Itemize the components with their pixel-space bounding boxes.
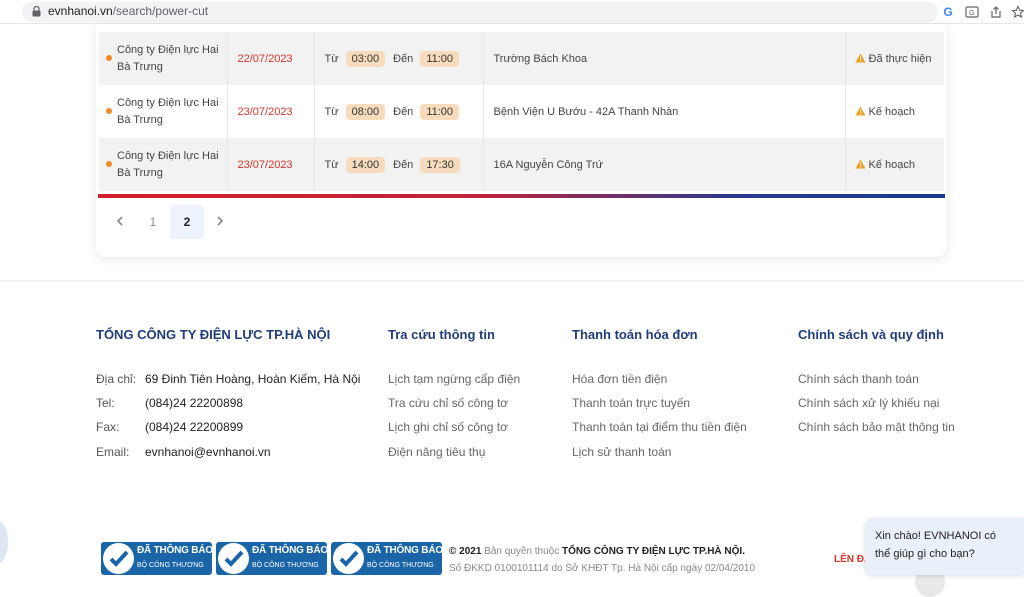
time-cell: Từ 03:00 Đến 11:00 [314, 32, 484, 85]
date-cell: 23/07/2023 [227, 85, 315, 138]
browser-toolbar: evnhanoi.vn/search/power-cut G G [0, 0, 1024, 24]
location-cell: 16A Nguyễn Công Trứ [483, 138, 846, 191]
start-time: 14:00 [345, 156, 386, 173]
end-time: 17:30 [420, 156, 460, 173]
link-privacy-policy[interactable]: Chính sách bảo mật thông tin [798, 420, 955, 434]
link-energy-consumption[interactable]: Điện năng tiêu thụ [388, 445, 485, 459]
moit-badge[interactable]: ĐÃ THÔNG BÁO BỘ CÔNG THƯƠNG [101, 542, 213, 575]
time-cell: Từ 14:00 Đến 17:30 [314, 138, 484, 191]
tel-value[interactable]: (084)24 22200898 [145, 396, 243, 410]
company-title: TỔNG CÔNG TY ĐIỆN LỰC TP.HÀ NỘI [96, 327, 331, 342]
end-time: 11:00 [420, 50, 460, 67]
footer-divider [0, 280, 1024, 281]
warning-icon [855, 106, 865, 115]
bullet-dot-icon [106, 55, 112, 61]
link-online-payment[interactable]: Thanh toán trực tuyến [572, 396, 690, 410]
billing-title: Thanh toán hóa đơn [572, 327, 698, 342]
unit-cell: Công ty Điện lực Hai Bà Trưng [99, 85, 228, 138]
bookmark-star-icon[interactable] [1011, 5, 1024, 19]
moit-badge[interactable]: ĐÃ THÔNG BÁO BỘ CÔNG THƯƠNG [216, 542, 328, 575]
checkmark-icon [218, 543, 249, 574]
policy-title: Chính sách và quy định [798, 327, 944, 342]
date-cell: 23/07/2023 [227, 138, 315, 191]
email-label: Email: [96, 445, 130, 459]
link-electricity-bill[interactable]: Hóa đơn tiền điện [572, 372, 667, 386]
status-cell: Kế hoạch [845, 85, 944, 138]
google-icon[interactable]: G [941, 5, 955, 19]
unit-cell: Công ty Điện lực Hai Bà Trưng [99, 138, 228, 191]
table-bottom-bar [98, 194, 945, 198]
chevron-right-icon [217, 216, 224, 226]
end-time: 11:00 [420, 103, 460, 120]
chat-greeting-bubble[interactable]: Xin chào! EVNHANOI có thể giúp gì cho bạ… [865, 518, 1024, 575]
link-payment-policy[interactable]: Chính sách thanh toán [798, 372, 919, 386]
page-2-button[interactable]: 2 [170, 205, 204, 239]
tel-label: Tel: [96, 396, 115, 410]
table-row: Công ty Điện lực Hai Bà Trưng 22/07/2023… [99, 32, 944, 85]
address-value: 69 Đinh Tiên Hoàng, Hoàn Kiếm, Hà Nội [145, 372, 361, 386]
bullet-dot-icon [106, 108, 112, 114]
chat-side-tab[interactable] [0, 520, 8, 564]
status-cell: Kế hoạch [845, 138, 944, 191]
unit-cell: Công ty Điện lực Hai Bà Trưng [99, 32, 228, 85]
fax-label: Fax: [96, 420, 120, 434]
chevron-left-icon [116, 216, 123, 226]
time-cell: Từ 08:00 Đến 11:00 [314, 85, 484, 138]
svg-text:G: G [969, 10, 974, 17]
share-icon[interactable] [989, 5, 1003, 19]
link-payment-history[interactable]: Lịch sử thanh toán [572, 445, 671, 459]
start-time: 03:00 [345, 50, 386, 67]
link-payment-points[interactable]: Thanh toán tại điểm thu tiền điện [572, 420, 747, 434]
status-cell: Đã thực hiện [845, 32, 944, 85]
warning-icon [855, 53, 865, 62]
date-cell: 22/07/2023 [227, 32, 315, 85]
bullet-dot-icon [106, 161, 112, 167]
checkmark-icon [333, 543, 364, 574]
business-registration: Số ĐKKD 0100101114 do Sở KHĐT Tp. Hà Nội… [449, 563, 756, 574]
location-cell: Bệnh Viện U Bướu - 42A Thanh Nhàn [483, 85, 846, 138]
lock-icon[interactable] [32, 6, 41, 17]
link-meter-reading-lookup[interactable]: Tra cứu chỉ số công tơ [388, 396, 508, 410]
prev-page-button[interactable] [103, 205, 137, 239]
copyright: © 2021 Bản quyền thuộc TỔNG CÔNG TY ĐIỆN… [449, 546, 745, 557]
address-label: Địa chỉ: [96, 372, 137, 386]
lookup-title: Tra cứu thông tin [388, 327, 495, 342]
fax-value: (084)24 22200899 [145, 420, 244, 434]
table-row: Công ty Điện lực Hai Bà Trưng 23/07/2023… [99, 138, 944, 191]
page-1-button[interactable]: 1 [136, 205, 170, 239]
warning-icon [855, 159, 865, 168]
translate-icon[interactable]: G [965, 5, 979, 19]
link-complaint-policy[interactable]: Chính sách xử lý khiếu nại [798, 396, 939, 410]
table-row: Công ty Điện lực Hai Bà Trưng 23/07/2023… [99, 85, 944, 138]
next-page-button[interactable] [203, 205, 237, 239]
link-power-cut-schedule[interactable]: Lịch tạm ngừng cấp điện [388, 372, 520, 386]
link-meter-reading-schedule[interactable]: Lịch ghi chỉ số công tơ [388, 420, 508, 434]
location-cell: Trường Bách Khoa [483, 32, 846, 85]
start-time: 08:00 [345, 103, 386, 120]
outage-results-card: Công ty Điện lực Hai Bà Trưng 22/07/2023… [96, 24, 947, 257]
address-url[interactable]: evnhanoi.vn/search/power-cut [48, 4, 208, 18]
checkmark-icon [103, 543, 134, 574]
outage-table: Công ty Điện lực Hai Bà Trưng 22/07/2023… [99, 32, 944, 191]
moit-badge[interactable]: ĐÃ THÔNG BÁO BỘ CÔNG THƯƠNG [331, 542, 443, 575]
email-link[interactable]: evnhanoi@evnhanoi.vn [145, 445, 271, 459]
